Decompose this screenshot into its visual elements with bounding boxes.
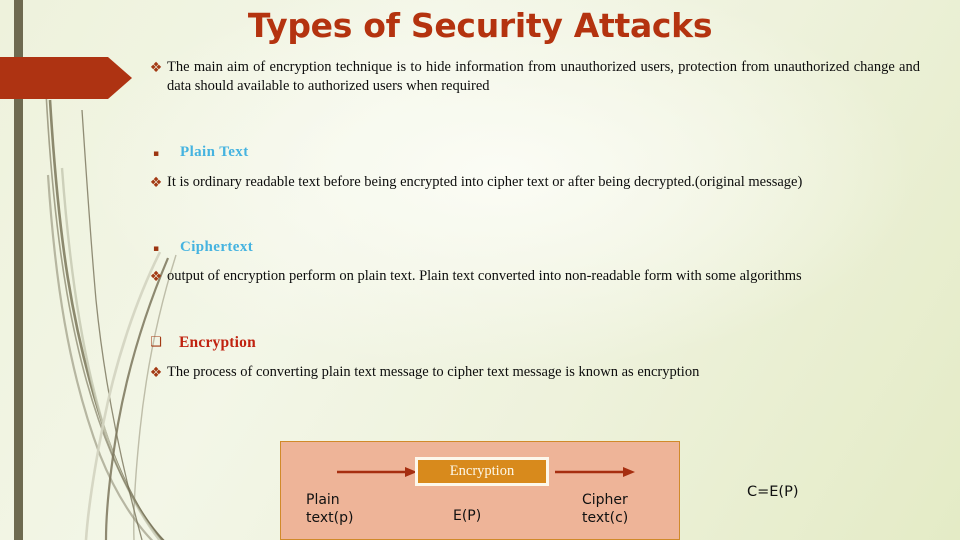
function-label: E(P)	[453, 508, 482, 524]
formula-label: C=E(P)	[747, 484, 799, 500]
plain-text-label: Plain text(p)	[306, 492, 354, 526]
intro-block: ❖ The main aim of encryption technique i…	[145, 58, 920, 95]
encryption-body-block: ❖ The process of converting plain text m…	[145, 363, 920, 382]
encryption-diagram: Encryption Plain text(p) E(P) Cipher tex…	[280, 441, 680, 540]
square-bullet-icon: ▪	[152, 149, 160, 159]
encryption-process-label: Encryption	[449, 463, 515, 479]
ciphertext-body: output of encryption perform on plain te…	[167, 268, 802, 284]
plain-text-body: It is ordinary readable text before bein…	[167, 174, 803, 190]
input-arrow-icon	[337, 467, 417, 477]
encryption-body: The process of converting plain text mes…	[167, 364, 700, 380]
ciphertext-body-block: ❖ output of encryption perform on plain …	[145, 267, 920, 286]
encryption-process-box: Encryption	[415, 457, 549, 486]
cipher-text-label: Cipher text(c)	[582, 492, 629, 526]
ciphertext-heading: Ciphertext	[180, 239, 254, 255]
encryption-heading-block: ❑ Encryption	[145, 334, 545, 352]
diamond-bullet-icon: ❖	[149, 60, 163, 76]
encryption-heading: Encryption	[179, 334, 256, 351]
hollow-square-bullet-icon: ❑	[150, 335, 162, 350]
output-arrow-icon	[555, 467, 635, 477]
diamond-bullet-icon: ❖	[149, 175, 163, 191]
plain-text-heading-block: ▪ Plain Text	[145, 144, 545, 161]
plain-text-body-block: ❖ It is ordinary readable text before be…	[145, 173, 920, 192]
red-arrow-shape	[0, 57, 132, 99]
square-bullet-icon: ▪	[152, 244, 160, 254]
page-title: Types of Security Attacks	[247, 6, 713, 45]
plain-text-heading: Plain Text	[180, 144, 249, 160]
ciphertext-heading-block: ▪ Ciphertext	[145, 239, 545, 256]
diamond-bullet-icon: ❖	[149, 269, 163, 285]
slide-canvas: Types of Security Attacks ❖ The main aim…	[0, 0, 960, 540]
intro-text: The main aim of encryption technique is …	[167, 59, 920, 94]
diamond-bullet-icon: ❖	[149, 365, 163, 381]
